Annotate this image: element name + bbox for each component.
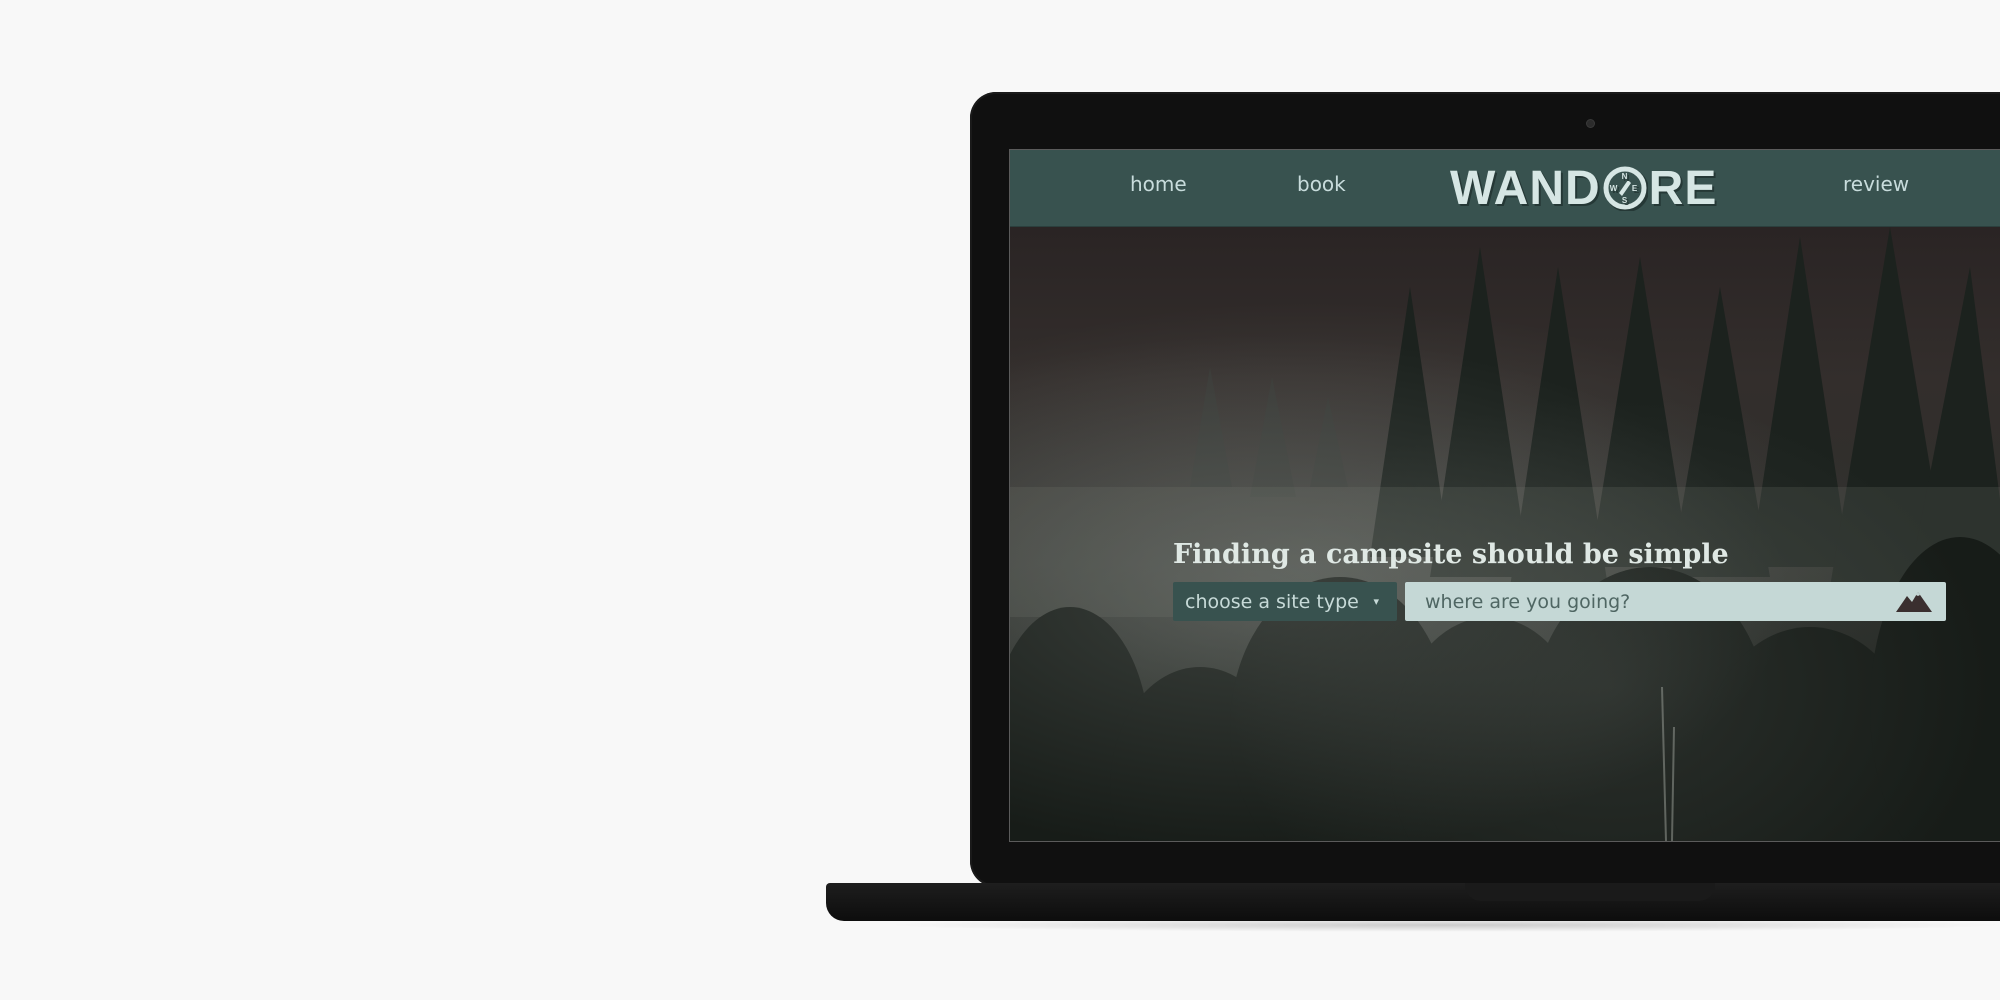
laptop-camera [1587, 120, 1594, 127]
nav-review-link[interactable]: review [1843, 172, 1909, 196]
logo-text-left: WAND [1450, 161, 1601, 215]
compass-icon: N E S W [1603, 166, 1648, 211]
wandore-logo[interactable]: WAND N E S W RE [1450, 158, 1717, 218]
compass-w: W [1609, 184, 1618, 193]
nav-home-link[interactable]: home [1130, 172, 1187, 196]
nav-book-link[interactable]: book [1297, 172, 1346, 196]
site-navbar: home book WAND N E S W RE review [1010, 150, 2000, 227]
mountain-icon[interactable] [1896, 590, 1932, 614]
hero-section: Finding a campsite should be simple choo… [1010, 227, 2000, 841]
destination-search-input[interactable] [1405, 582, 1885, 621]
hero-headline: Finding a campsite should be simple [1173, 539, 1729, 570]
compass-n: N [1621, 172, 1628, 181]
caret-down-icon: ▾ [1373, 595, 1379, 608]
site-type-dropdown[interactable]: choose a site type ▾ [1173, 582, 1397, 621]
compass-e: E [1631, 184, 1637, 193]
laptop-screen: home book WAND N E S W RE review Finding… [1009, 149, 2000, 842]
fog-overlay [1010, 227, 2000, 841]
site-type-label: choose a site type [1185, 590, 1359, 613]
logo-text-right: RE [1648, 161, 1718, 215]
destination-search [1405, 582, 1946, 621]
laptop-base [826, 883, 2000, 921]
mockup-stage: home book WAND N E S W RE review Finding… [0, 0, 2000, 1000]
laptop-notch [1465, 883, 1715, 901]
compass-s: S [1621, 196, 1627, 205]
